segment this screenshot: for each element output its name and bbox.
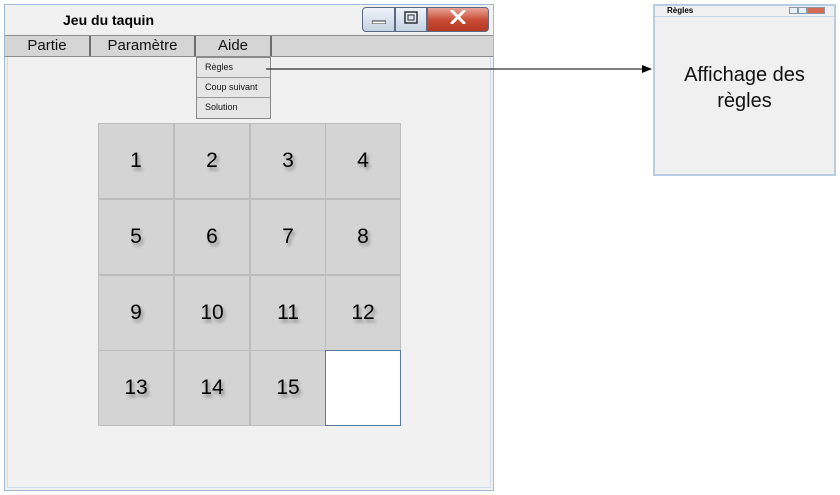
rules-window-title: Règles bbox=[667, 6, 694, 15]
rules-content: Affichage des règles bbox=[655, 62, 834, 114]
rules-window: Règles Affichage des règles bbox=[653, 4, 836, 176]
maximize-icon[interactable] bbox=[798, 7, 807, 14]
minimize-icon[interactable] bbox=[789, 7, 798, 14]
close-icon[interactable] bbox=[807, 7, 825, 14]
rules-text-line-1: Affichage des bbox=[684, 64, 805, 86]
rules-text-line-2: règles bbox=[717, 90, 772, 112]
rules-title-bar: Règles bbox=[655, 6, 834, 17]
